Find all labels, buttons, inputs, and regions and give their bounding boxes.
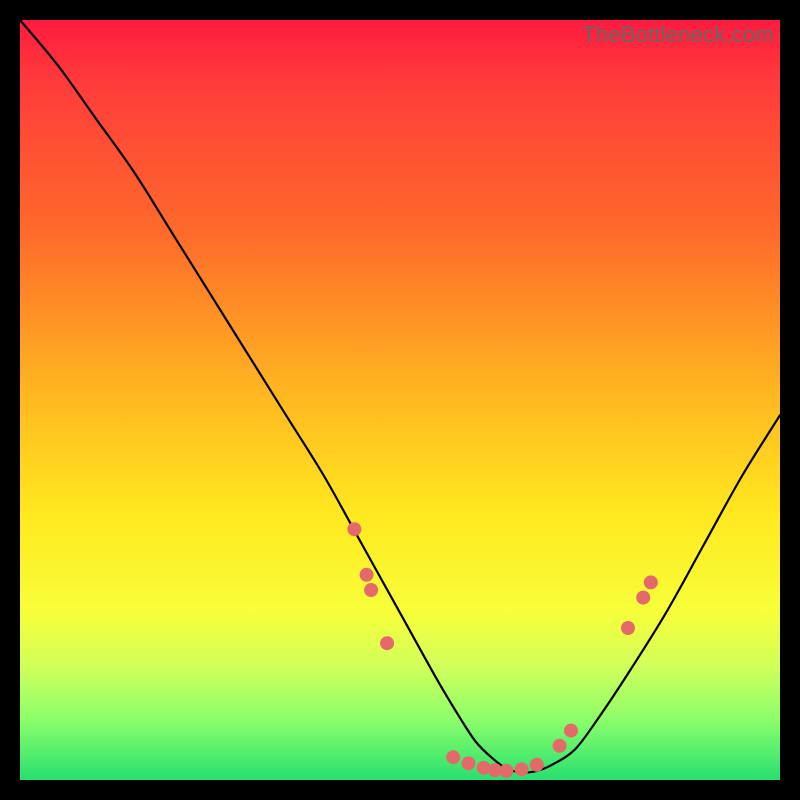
curve-marker <box>553 739 567 753</box>
curve-marker <box>461 756 475 770</box>
curve-marker <box>499 764 513 778</box>
curve-marker <box>564 724 578 738</box>
bottleneck-curve-svg <box>20 20 780 780</box>
curve-marker <box>530 758 544 772</box>
curve-marker <box>364 583 378 597</box>
curve-marker <box>644 575 658 589</box>
bottleneck-curve <box>20 20 780 773</box>
curve-marker <box>621 621 635 635</box>
plot-area: TheBottleneck.com <box>20 20 780 780</box>
curve-marker <box>380 636 394 650</box>
curve-markers <box>347 522 657 778</box>
curve-marker <box>515 762 529 776</box>
curve-marker <box>446 750 460 764</box>
curve-marker <box>636 591 650 605</box>
curve-marker <box>347 522 361 536</box>
chart-frame: TheBottleneck.com <box>0 0 800 800</box>
curve-marker <box>360 568 374 582</box>
